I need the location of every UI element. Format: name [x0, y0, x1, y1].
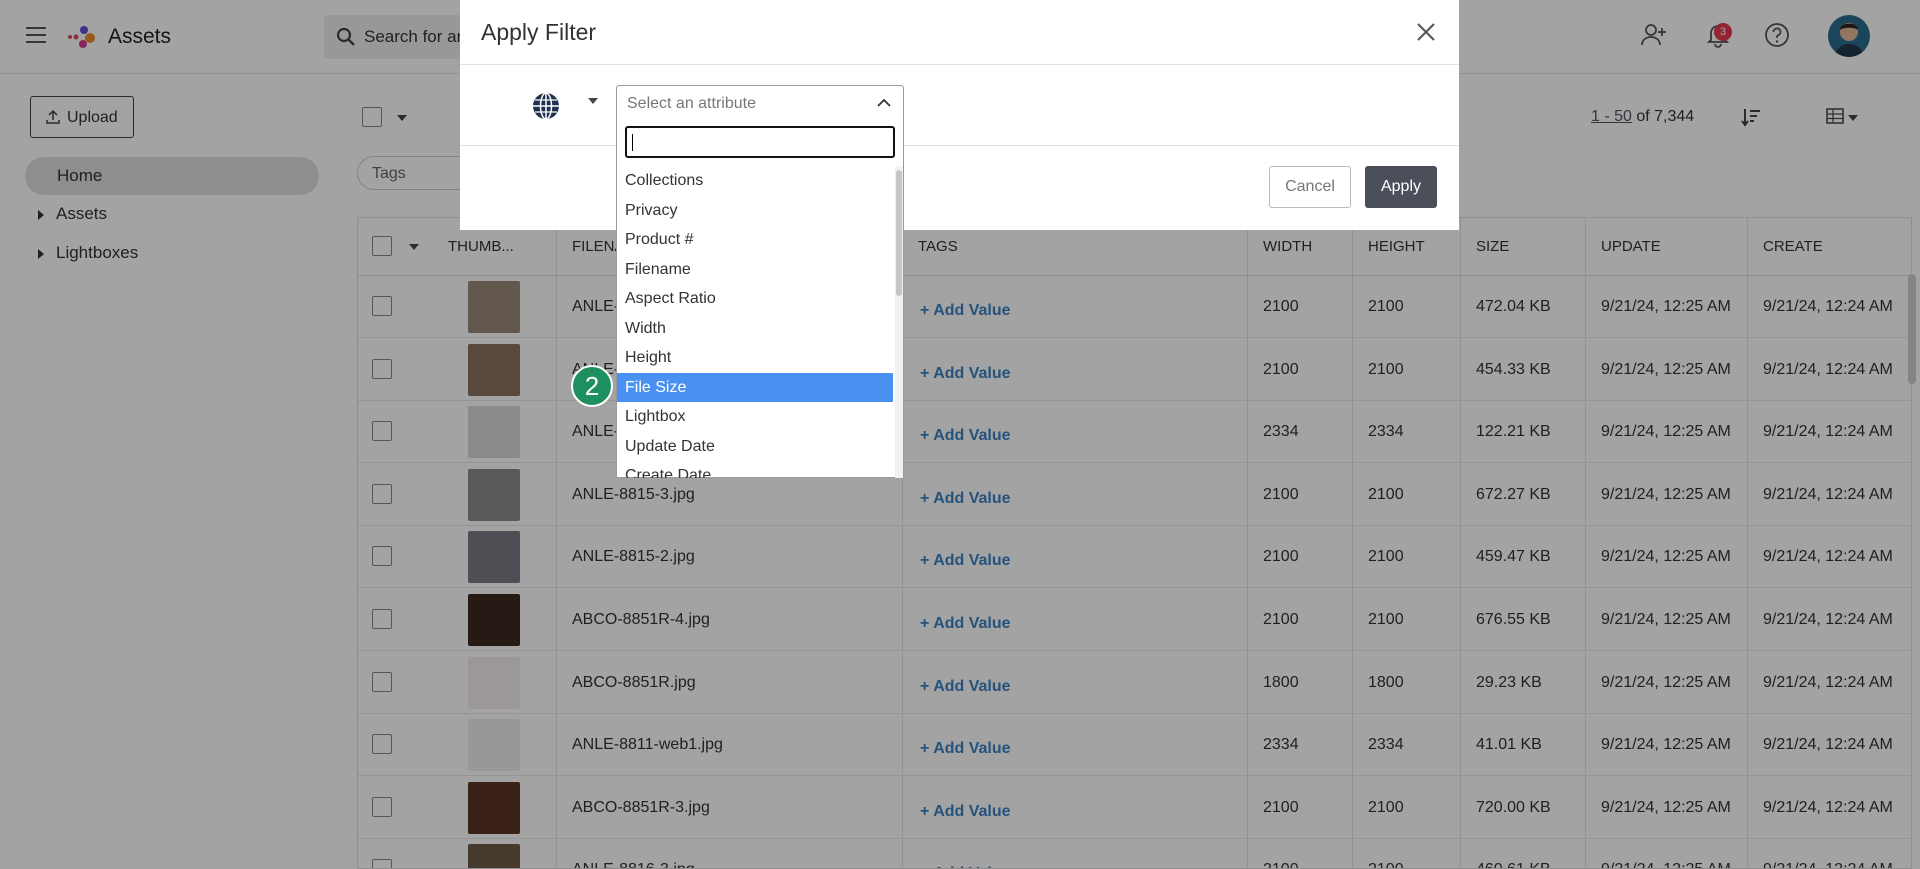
- attribute-option[interactable]: Height: [617, 343, 893, 372]
- attribute-option[interactable]: Privacy: [617, 196, 893, 225]
- globe-icon[interactable]: [531, 91, 561, 121]
- attribute-option[interactable]: Product #: [617, 225, 893, 254]
- attribute-option[interactable]: File Size: [617, 372, 893, 402]
- scope-dropdown-caret-icon[interactable]: [588, 98, 598, 104]
- text-cursor: [632, 134, 633, 151]
- attribute-option[interactable]: Collections: [617, 166, 893, 195]
- attribute-option[interactable]: Width: [617, 314, 893, 343]
- cancel-button[interactable]: Cancel: [1269, 166, 1351, 208]
- scrollbar-thumb[interactable]: [896, 170, 902, 296]
- apply-button[interactable]: Apply: [1365, 166, 1437, 208]
- attribute-option[interactable]: Filename: [617, 255, 893, 284]
- attribute-option[interactable]: Lightbox: [617, 402, 893, 431]
- apply-filter-modal: Apply Filter Select an attribute Cancel …: [460, 0, 1459, 230]
- step-badge: 2: [571, 365, 613, 407]
- attribute-option[interactable]: Update Date: [617, 432, 893, 461]
- divider: [460, 64, 1459, 65]
- modal-title: Apply Filter: [481, 19, 597, 45]
- divider: [460, 145, 1459, 146]
- attribute-option[interactable]: Create Date: [617, 461, 893, 478]
- close-icon[interactable]: [1415, 21, 1437, 43]
- attribute-option[interactable]: Aspect Ratio: [617, 284, 893, 313]
- attribute-dropdown: Collections Privacy Product # Filename Aspec…: [616, 120, 904, 478]
- chevron-up-icon: [877, 98, 891, 107]
- attribute-select-placeholder: Select an attribute: [627, 95, 756, 112]
- attribute-search-input[interactable]: [625, 126, 895, 158]
- attribute-options-list: Collections Privacy Product # Filename Aspec…: [617, 166, 897, 478]
- dropdown-scrollbar[interactable]: [895, 166, 903, 478]
- attribute-select[interactable]: Select an attribute: [616, 85, 904, 121]
